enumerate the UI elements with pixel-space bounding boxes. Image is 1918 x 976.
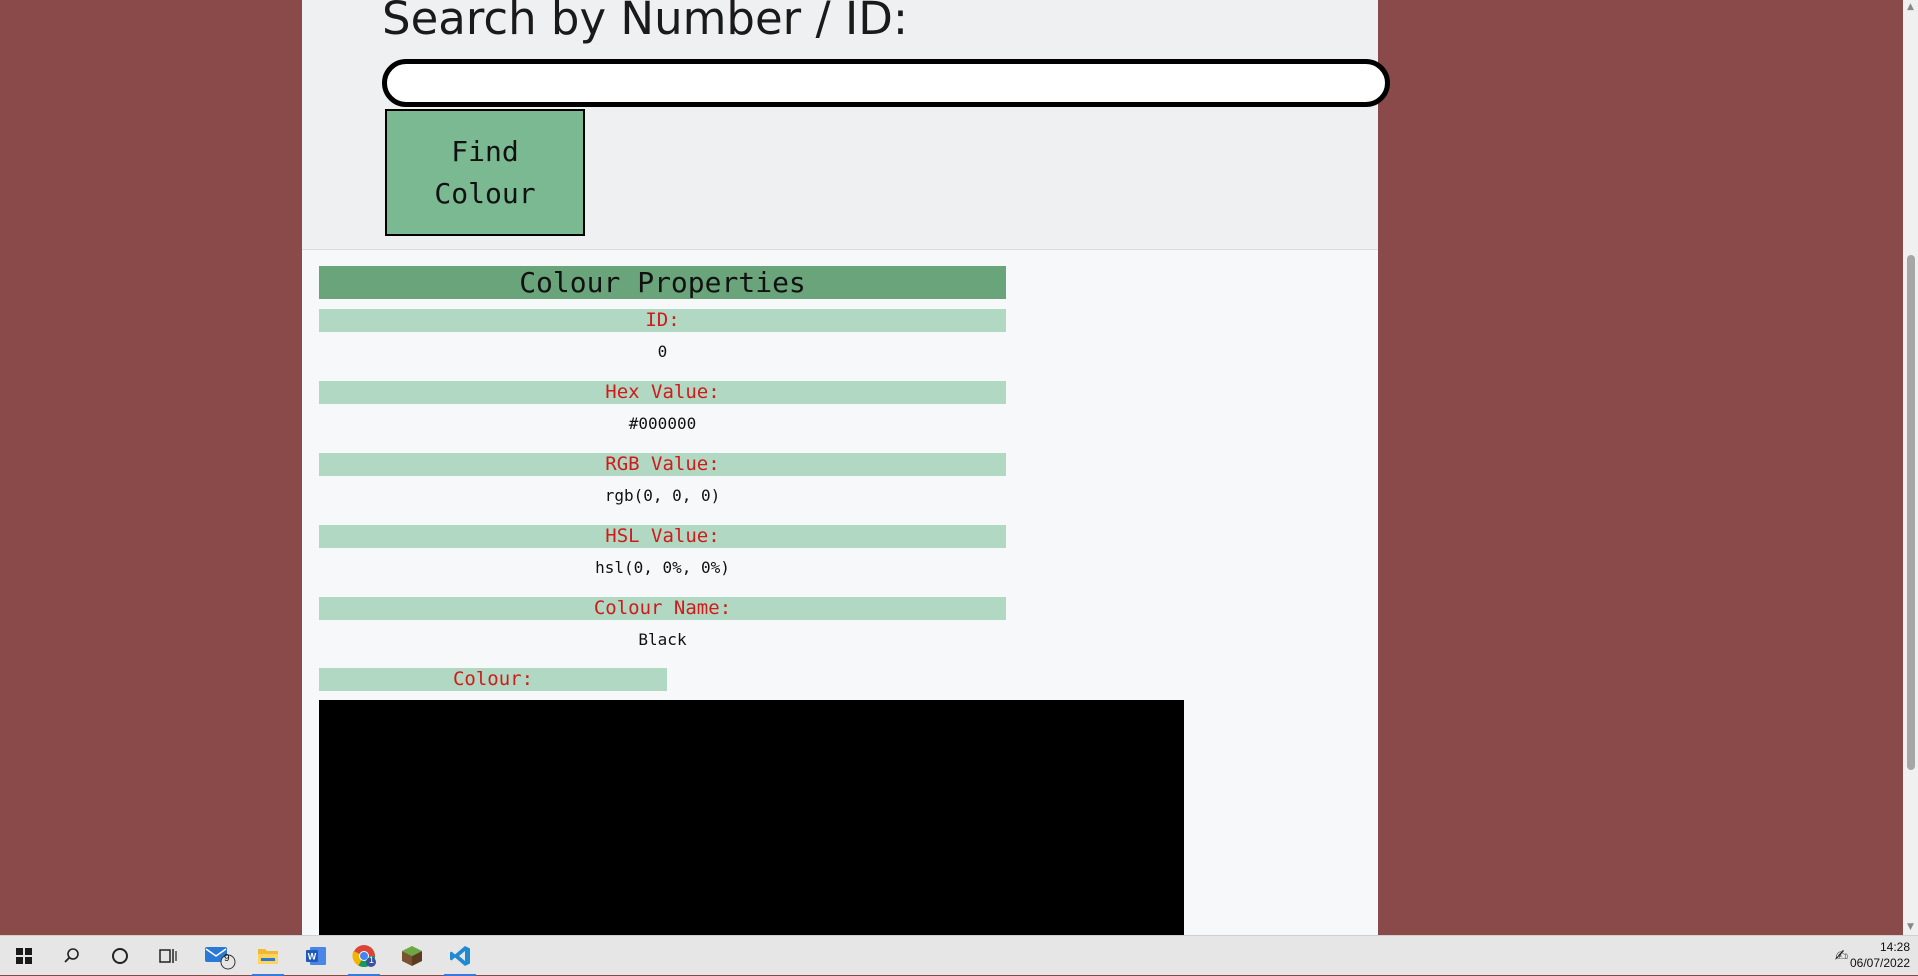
find-button-label-line1: Find <box>451 135 519 168</box>
hex-value: #000000 <box>628 414 697 433</box>
mail-badge: 9 <box>224 953 230 964</box>
windows-start-icon[interactable] <box>0 936 48 976</box>
task-view-icon[interactable] <box>144 936 192 976</box>
clock-date: 06/07/2022 <box>1850 956 1911 970</box>
scroll-down-arrow-icon[interactable]: ▼ <box>1903 920 1918 935</box>
chrome-badge: 1 <box>369 955 375 965</box>
hex-value-label: Hex Value: <box>319 381 1006 404</box>
search-section: Search by Number / ID: Find Colour <box>302 0 1390 250</box>
id-value: 0 <box>657 342 668 361</box>
hsl-value: hsl(0, 0%, 0%) <box>595 558 730 577</box>
colour-label: Colour: <box>319 668 667 691</box>
rgb-value: rgb(0, 0, 0) <box>604 486 721 505</box>
id-label: ID: <box>319 309 1006 332</box>
clock-time: 14:28 <box>1879 940 1910 954</box>
search-heading: Search by Number / ID: <box>382 0 909 45</box>
find-colour-button[interactable]: Find Colour <box>385 109 585 236</box>
windows-taskbar: 9 W 1 ✍ 14:28 06/07/2022 <box>0 935 1918 976</box>
minecraft-icon[interactable] <box>388 936 436 976</box>
hsl-value-label: HSL Value: <box>319 525 1006 548</box>
file-explorer-icon[interactable] <box>244 936 292 976</box>
search-input[interactable] <box>382 59 1390 107</box>
browser-viewport: Search by Number / ID: Find Colour Colou… <box>0 0 1903 935</box>
chrome-icon[interactable]: 1 <box>340 936 388 976</box>
colour-swatch <box>319 700 1184 935</box>
vertical-scrollbar[interactable]: ▲ ▼ <box>1903 0 1918 935</box>
system-clock[interactable]: 14:28 06/07/2022 <box>1850 939 1910 971</box>
colour-properties-title: Colour Properties <box>319 266 1006 299</box>
word-icon[interactable]: W <box>292 936 340 976</box>
colour-name-label: Colour Name: <box>319 597 1006 620</box>
scrollbar-thumb[interactable] <box>1907 255 1915 770</box>
scroll-up-arrow-icon[interactable]: ▲ <box>1903 0 1918 15</box>
rgb-value-label: RGB Value: <box>319 453 1006 476</box>
colour-properties: Colour Properties ID: 0 Hex Value: #0000… <box>319 266 1006 669</box>
mail-icon[interactable]: 9 <box>196 936 244 976</box>
pen-workspace-icon[interactable]: ✍ <box>1835 946 1848 965</box>
svg-text:W: W <box>308 952 317 962</box>
search-icon[interactable] <box>48 936 96 976</box>
cortana-icon[interactable] <box>96 936 144 976</box>
page-content: Search by Number / ID: Find Colour Colou… <box>302 0 1390 935</box>
colour-name-value: Black <box>638 630 687 649</box>
vscode-icon[interactable] <box>436 936 484 976</box>
find-button-label-line2: Colour <box>434 177 536 210</box>
